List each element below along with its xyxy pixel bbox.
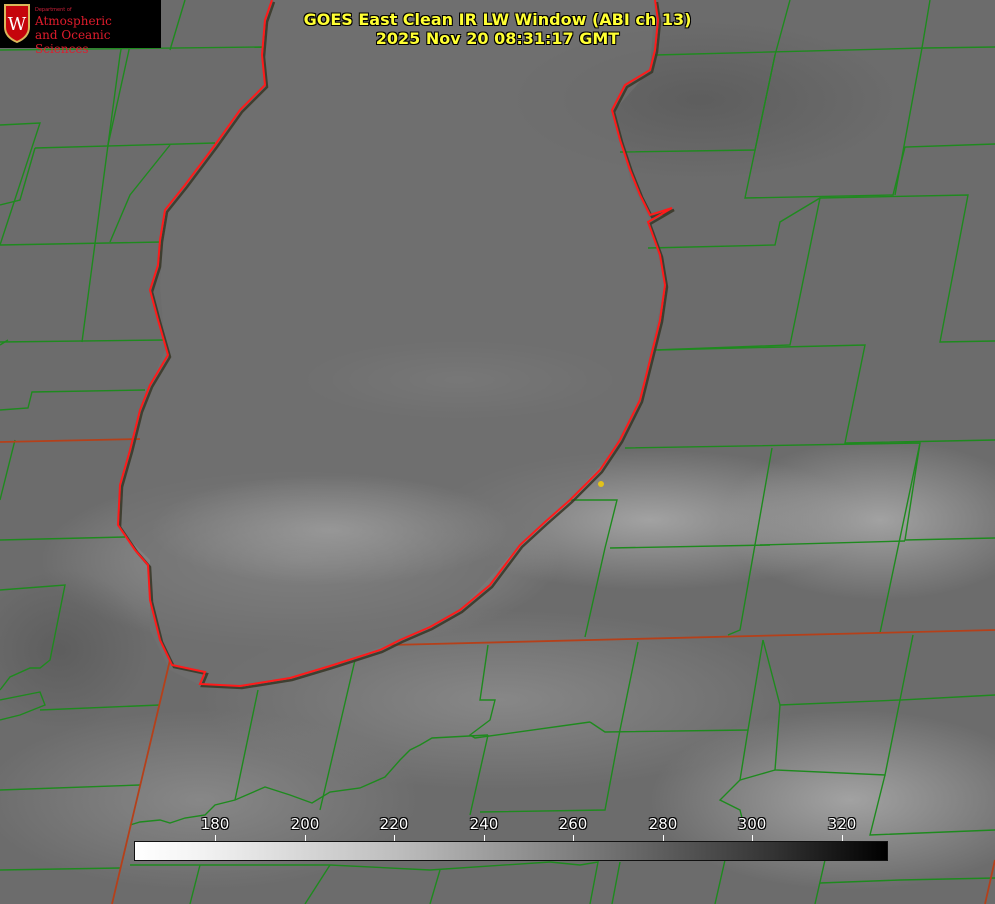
colorbar-tick-mark	[752, 835, 753, 841]
colorbar-tick-mark	[573, 835, 574, 841]
colorbar-tick-mark	[484, 835, 485, 841]
colorbar-tick-label: 200	[290, 815, 320, 833]
image-title: GOES East Clean IR LW Window (ABI ch 13)	[303, 10, 692, 29]
colorbar-tick-label: 280	[648, 815, 678, 833]
colorbar-tick-mark	[305, 835, 306, 841]
temperature-colorbar	[134, 841, 888, 861]
colorbar-tick-label: 260	[558, 815, 588, 833]
colorbar-tick-label: 320	[827, 815, 857, 833]
colorbar-tick-label: 240	[469, 815, 499, 833]
map-canvas	[0, 0, 995, 904]
colorbar-tick-mark	[663, 835, 664, 841]
colorbar-tick-label: 300	[737, 815, 767, 833]
satellite-image: W Department of Atmospheric and Oceanic …	[0, 0, 995, 904]
colorbar-tick-mark	[394, 835, 395, 841]
colorbar-tick-mark	[215, 835, 216, 841]
colorbar-tick-mark	[842, 835, 843, 841]
colorbar-tick-label: 180	[200, 815, 230, 833]
image-timestamp: 2025 Nov 20 08:31:17 GMT	[375, 29, 620, 48]
colorbar-tick-label: 220	[379, 815, 409, 833]
station-marker	[598, 481, 604, 487]
